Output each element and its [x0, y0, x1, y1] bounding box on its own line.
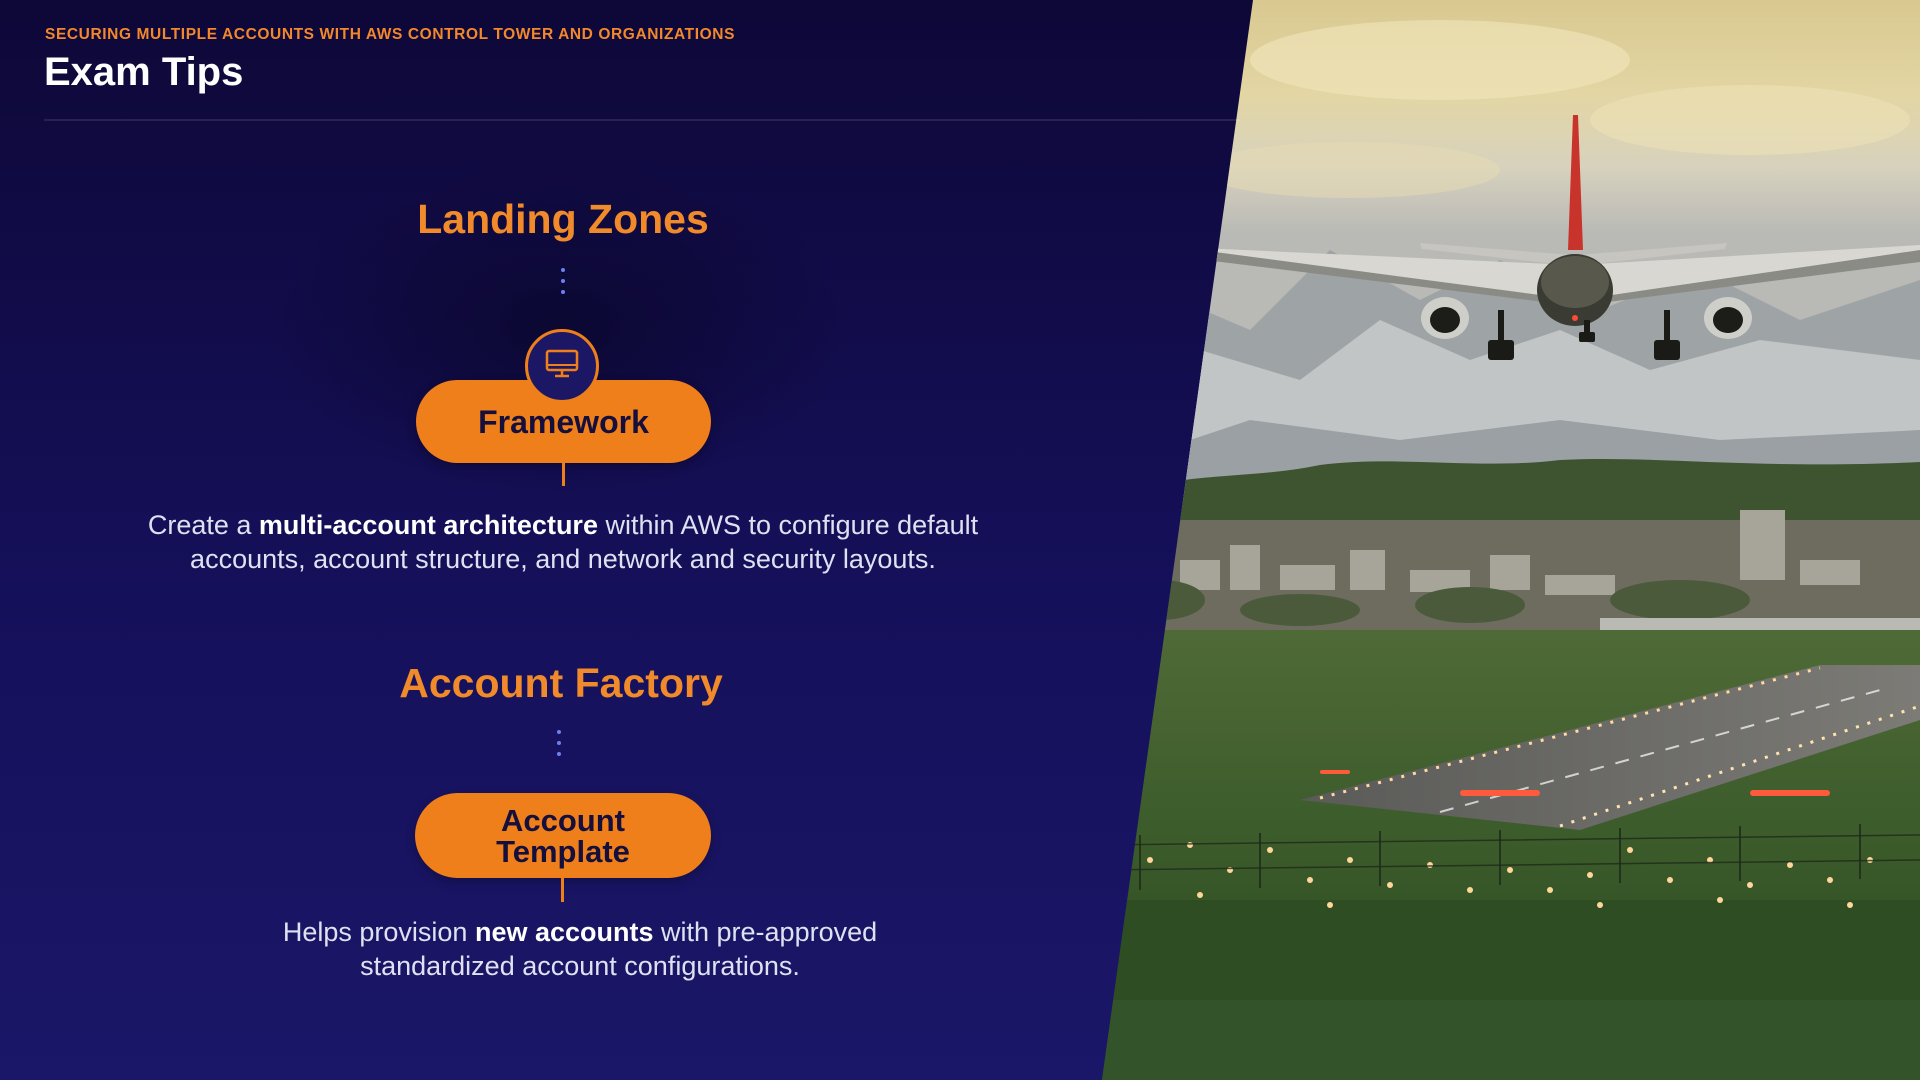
icon-badge [525, 329, 599, 403]
framework-label: Framework [478, 403, 649, 440]
slide: SECURING MULTIPLE ACCOUNTS WITH AWS CONT… [0, 0, 1920, 1080]
pill-connector [562, 463, 565, 486]
dotted-connector [556, 730, 562, 756]
description-emphasis: new accounts [474, 917, 654, 947]
pill-connector [561, 877, 564, 902]
section-heading-landing-zones: Landing Zones [417, 196, 709, 242]
account-template-pill: Account Template [415, 793, 711, 878]
account-factory-description: Helps provision new accounts with pre-ap… [255, 915, 905, 983]
header-divider [44, 119, 1240, 121]
description-text: Create a [147, 510, 259, 540]
landing-zones-description: Create a multi-account architecture with… [110, 508, 1016, 576]
desktop-monitor-icon [545, 349, 579, 384]
dotted-connector [560, 268, 566, 294]
course-title: SECURING MULTIPLE ACCOUNTS WITH AWS CONT… [45, 26, 736, 43]
section-heading-account-factory: Account Factory [399, 660, 723, 706]
account-template-label-line1: Account [500, 802, 625, 838]
description-emphasis: multi-account architecture [258, 510, 598, 540]
page-title: Exam Tips [44, 50, 244, 94]
account-template-label-line2: Template [496, 833, 630, 869]
description-text: Helps provision [282, 917, 475, 947]
